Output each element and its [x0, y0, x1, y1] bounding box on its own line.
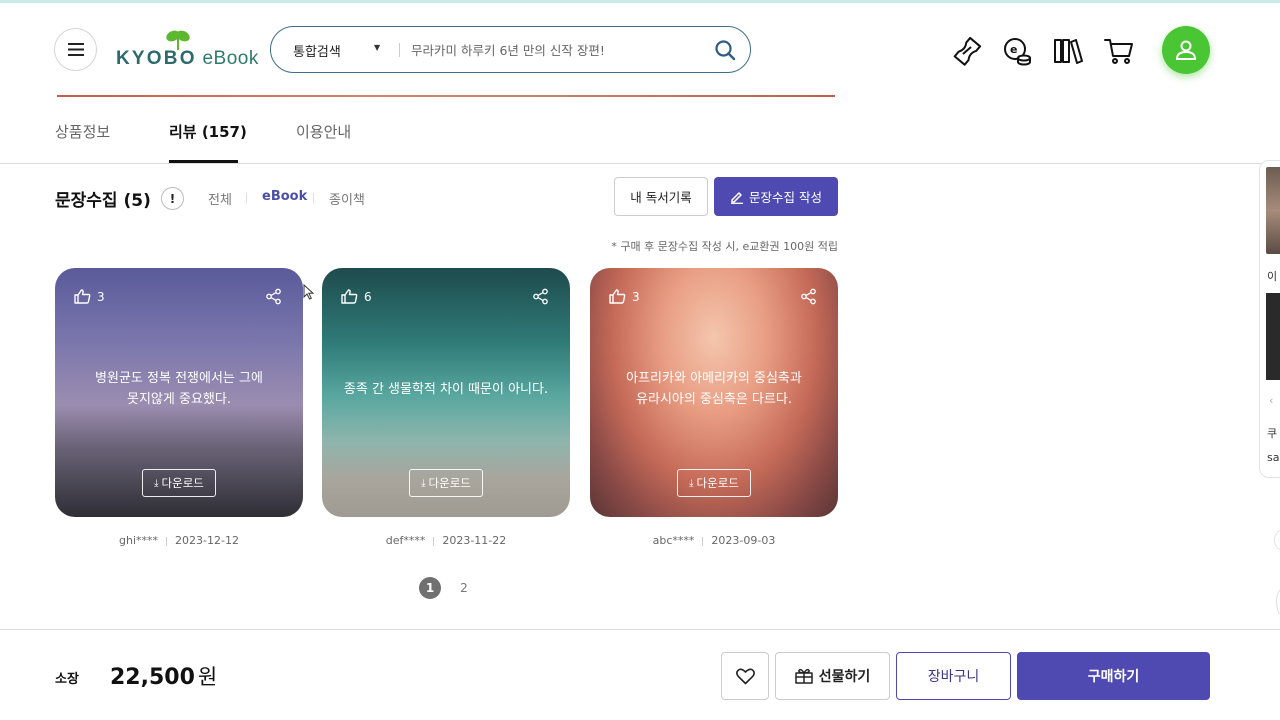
svg-text:e: e	[1010, 43, 1017, 56]
product-tabs: 상품정보 리뷰 (157) 이용안내	[0, 97, 1280, 164]
filter-paper-book[interactable]: 종이책	[329, 189, 365, 208]
filter-ebook[interactable]: eBook	[262, 189, 307, 204]
like-button[interactable]: 6	[341, 289, 372, 304]
own-label: 소장	[55, 672, 79, 687]
card-date: 2023-09-03	[711, 534, 776, 547]
caret-down-icon[interactable]: ▼	[374, 43, 380, 52]
thumbs-up-icon	[341, 289, 358, 304]
tab-reviews[interactable]: 리뷰 (157)	[169, 121, 247, 142]
cart-icon[interactable]	[1104, 36, 1134, 66]
thumbs-up-icon	[609, 289, 626, 304]
reward-note: * 구매 후 문장수집 작성 시, e교환권 100원 적립	[611, 240, 838, 253]
download-icon: ⤓	[154, 477, 159, 489]
thumbs-up-icon	[74, 289, 91, 304]
write-sentence-label: 문장수집 작성	[749, 190, 822, 205]
add-to-cart-button[interactable]: 장바구니	[896, 652, 1011, 700]
purchase-bar: 소장 22,500 원 선물하기 장바구니 구매하기	[0, 629, 1280, 720]
logo-text: KYOBO eBook	[116, 48, 259, 69]
wishlist-button[interactable]	[721, 652, 769, 700]
sentence-quote: 종족 간 생물학적 차이 때문이 아니다.	[343, 382, 549, 397]
book-thumbnail[interactable]	[1266, 293, 1280, 380]
chevron-left-icon[interactable]: ‹	[1269, 394, 1273, 407]
download-icon: ⤓	[689, 477, 694, 489]
ecash-icon[interactable]: e	[1002, 36, 1032, 66]
gift-icon	[794, 668, 813, 684]
search-input[interactable]	[411, 37, 701, 63]
mouse-cursor-icon	[303, 284, 314, 300]
like-button[interactable]: 3	[74, 289, 105, 304]
side-text: 이	[1267, 270, 1278, 283]
share-icon[interactable]	[265, 288, 282, 305]
card-user: abc****	[652, 534, 695, 547]
download-icon: ⤓	[421, 477, 426, 489]
price: 22,500 원	[110, 665, 218, 690]
filter-all[interactable]: 전체	[208, 189, 232, 208]
search-bar: 통합검색 ▼	[270, 26, 751, 73]
write-sentence-button[interactable]: 문장수집 작성	[714, 177, 838, 216]
buy-button[interactable]: 구매하기	[1017, 652, 1210, 700]
my-reading-record-button[interactable]: 내 독서기록	[614, 177, 708, 216]
side-text: 쿠	[1267, 427, 1278, 440]
pagination: 1 2	[419, 577, 475, 599]
card-meta: def**** 2023-11-22	[322, 534, 570, 547]
share-icon[interactable]	[532, 288, 549, 305]
sentence-quote: 아프리카와 아메리카의 중심축과 유라시아의 중심축은 다르다.	[626, 371, 802, 407]
side-floating-tab[interactable]	[1274, 530, 1280, 550]
gift-button[interactable]: 선물하기	[775, 652, 890, 700]
sentence-card[interactable]: 3 병원균도 정복 전쟁에서는 그에 못지않게 중요했다. ⤓ 다운로드	[55, 268, 303, 517]
menu-icon	[67, 43, 84, 56]
info-icon[interactable]: !	[161, 187, 184, 210]
sentence-quote: 병원균도 정복 전쟁에서는 그에 못지않게 중요했다.	[95, 371, 263, 407]
download-button[interactable]: ⤓ 다운로드	[142, 469, 216, 497]
gift-label: 선물하기	[818, 669, 871, 685]
book-thumbnail[interactable]	[1266, 167, 1280, 254]
heart-icon	[735, 667, 755, 684]
side-text: sa	[1267, 451, 1280, 464]
sentence-card[interactable]: 3 아프리카와 아메리카의 중심축과 유라시아의 중심축은 다르다. ⤓ 다운로드	[590, 268, 838, 517]
section-title: 문장수집 (5)	[55, 191, 151, 211]
like-count: 6	[364, 289, 372, 304]
like-button[interactable]: 3	[609, 289, 640, 304]
tab-usage-guide[interactable]: 이용안내	[296, 121, 351, 142]
search-icon[interactable]	[713, 38, 737, 62]
search-category-select[interactable]: 통합검색	[293, 41, 341, 60]
like-count: 3	[97, 289, 105, 304]
user-icon	[1175, 40, 1197, 60]
card-meta: abc**** 2023-09-03	[590, 534, 838, 547]
card-user: def****	[385, 534, 426, 547]
filter-divider	[313, 193, 314, 203]
search-divider	[399, 43, 400, 57]
profile-button[interactable]	[1162, 26, 1210, 74]
download-button[interactable]: ⤓ 다운로드	[409, 469, 483, 497]
active-tab-underline	[169, 160, 238, 163]
filter-divider	[246, 193, 247, 203]
scroll-top-button[interactable]	[1276, 588, 1280, 616]
card-meta: ghi**** 2023-12-12	[55, 534, 303, 547]
kyobo-ebook-logo[interactable]: KYOBO eBook	[116, 29, 258, 73]
share-icon[interactable]	[800, 288, 817, 305]
card-date: 2023-12-12	[175, 534, 239, 547]
like-count: 3	[632, 289, 640, 304]
library-icon[interactable]	[1053, 36, 1083, 66]
menu-button[interactable]	[54, 28, 97, 71]
pencil-icon	[731, 191, 743, 204]
side-recommend-panel: 이 ‹ 쿠 sa	[1259, 160, 1280, 478]
header: KYOBO eBook 통합검색 ▼ e	[0, 3, 1280, 96]
page-1[interactable]: 1	[419, 577, 441, 599]
card-user: ghi****	[119, 534, 159, 547]
coupon-icon[interactable]	[952, 36, 982, 66]
download-button[interactable]: ⤓ 다운로드	[677, 469, 751, 497]
card-date: 2023-11-22	[442, 534, 507, 547]
sentence-card[interactable]: 6 종족 간 생물학적 차이 때문이 아니다. ⤓ 다운로드	[322, 268, 570, 517]
page-2[interactable]: 2	[453, 577, 475, 599]
tab-product-info[interactable]: 상품정보	[55, 121, 110, 142]
